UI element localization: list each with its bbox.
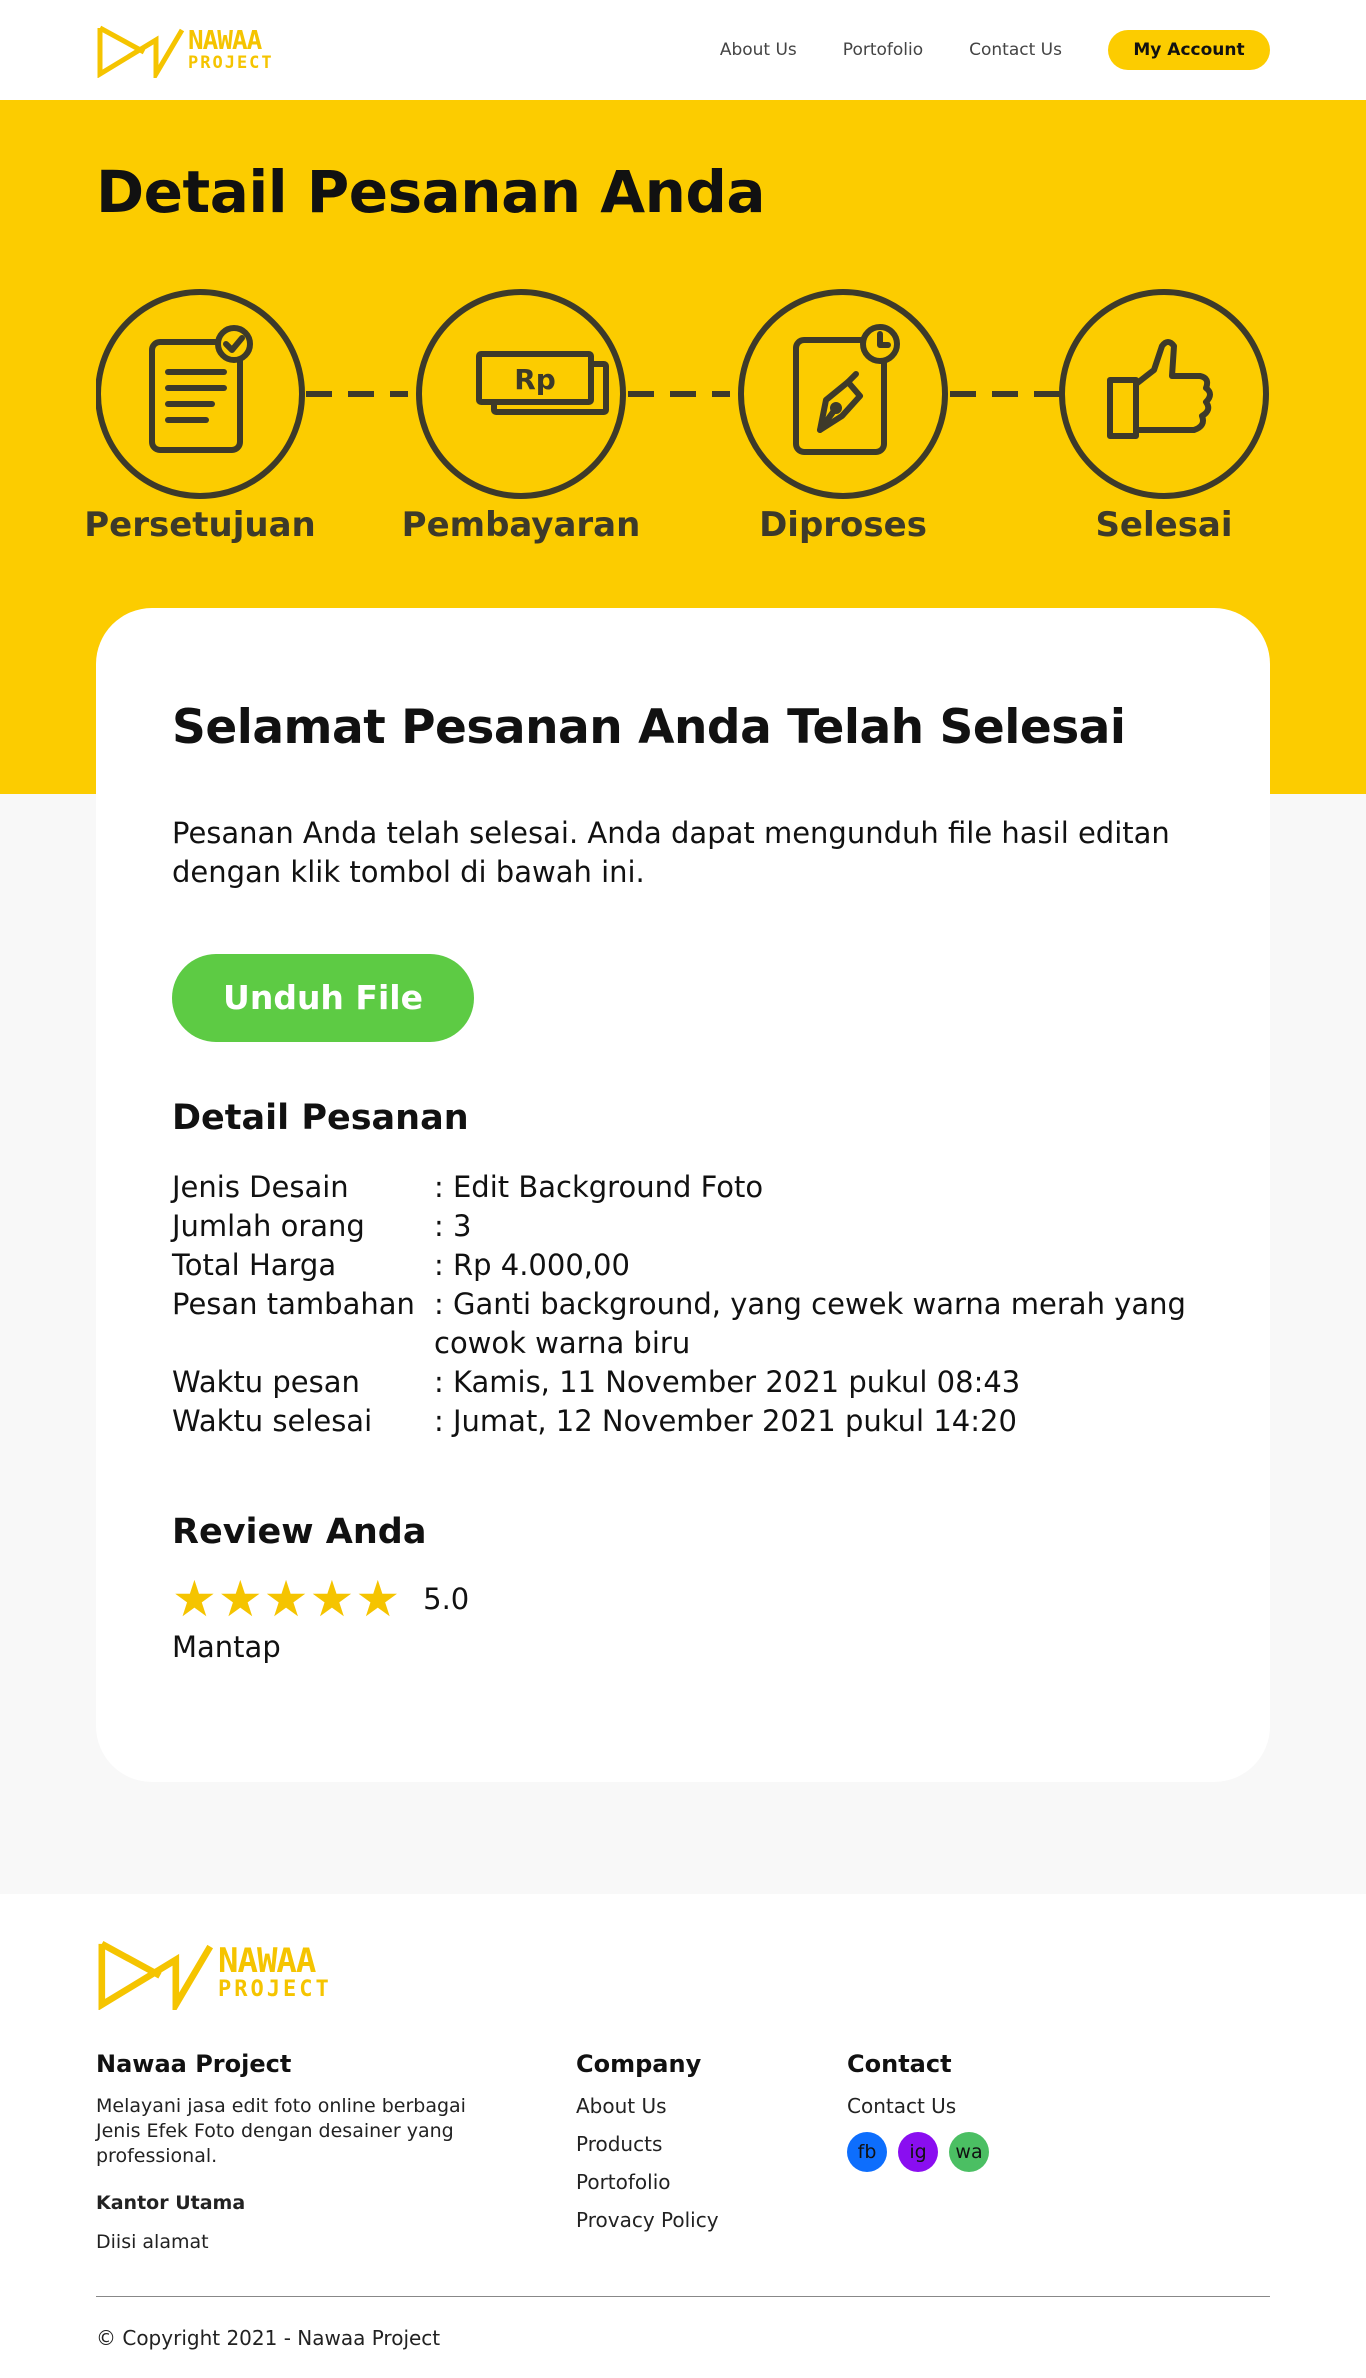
site-footer: NAWAA PROJECT Nawaa Project Melayani jas… — [0, 1894, 1366, 2378]
progress-steps: Rp — [96, 289, 1269, 499]
nav-about-us[interactable]: About Us — [720, 40, 797, 60]
footer-logo[interactable]: NAWAA PROJECT — [96, 1936, 332, 2010]
footer-company: Company About Us Products Portofolio Pro… — [576, 2050, 719, 2246]
detail-heading: Detail Pesanan — [172, 1098, 469, 1138]
svg-text:Rp: Rp — [514, 363, 556, 396]
detail-key: Pesan tambahan — [172, 1287, 415, 1321]
footer-link-portofolio[interactable]: Portofolio — [576, 2170, 719, 2194]
star-icon: ★ — [309, 1570, 355, 1628]
detail-value: : Jumat, 12 November 2021 pukul 14:20 — [434, 1404, 1017, 1438]
footer-logo-line1: NAWAA — [218, 1941, 316, 1981]
star-icon: ★ — [355, 1570, 401, 1628]
footer-link-contact-us[interactable]: Contact Us — [847, 2094, 1000, 2118]
footer-link-about-us[interactable]: About Us — [576, 2094, 719, 2118]
footer-logo-line2: PROJECT — [218, 1977, 332, 2002]
logo-line2: PROJECT — [188, 53, 274, 73]
footer-divider — [96, 2296, 1270, 2297]
step-label-diproses: Diproses — [759, 505, 927, 545]
step-circle-4 — [1059, 289, 1269, 499]
logo-line1: NAWAA — [188, 26, 262, 56]
step-circle-3 — [738, 289, 948, 499]
nav-contact-us[interactable]: Contact Us — [969, 40, 1062, 60]
detail-value: : Rp 4.000,00 — [434, 1248, 630, 1282]
order-details: Jenis Desain : Edit Background Foto Juml… — [172, 1168, 1192, 1441]
footer-office-label: Kantor Utama — [96, 2192, 246, 2214]
detail-row: Jumlah orang : 3 — [172, 1207, 1192, 1246]
step-label-pembayaran: Pembayaran — [401, 505, 641, 545]
footer-office-address: Diisi alamat — [96, 2231, 209, 2253]
detail-value: : Ganti background, yang cewek warna mer… — [434, 1287, 1186, 1360]
thumbs-up-icon — [1107, 339, 1213, 439]
social-links: fb ig wa — [847, 2132, 1000, 2172]
pen-clock-icon — [793, 324, 900, 455]
main-nav: About Us Portofolio Contact Us My Accoun… — [720, 30, 1270, 70]
rating-stars: ★ ★ ★ ★ ★ 5.0 — [172, 1574, 469, 1624]
card-title: Selamat Pesanan Anda Telah Selesai — [172, 700, 1126, 755]
logo-mark-icon — [98, 1941, 214, 2010]
money-rp-icon: Rp — [476, 351, 609, 415]
detail-key: Waktu pesan — [172, 1365, 360, 1399]
step-label-persetujuan: Persetujuan — [84, 505, 316, 545]
detail-row: Waktu selesai : Jumat, 12 November 2021 … — [172, 1402, 1192, 1441]
detail-key: Jenis Desain — [172, 1170, 349, 1204]
detail-value: : Edit Background Foto — [434, 1170, 764, 1204]
detail-row: Total Harga : Rp 4.000,00 — [172, 1246, 1192, 1285]
footer-contact-title: Contact — [847, 2050, 952, 2078]
footer-about: Nawaa Project Melayani jasa edit foto on… — [96, 2050, 476, 2255]
rating-value: 5.0 — [423, 1582, 470, 1616]
detail-value: : Kamis, 11 November 2021 pukul 08:43 — [434, 1365, 1021, 1399]
detail-key: Waktu selesai — [172, 1404, 373, 1438]
instagram-icon[interactable]: ig — [898, 2132, 938, 2172]
step-label-selesai: Selesai — [1095, 505, 1233, 545]
review-text: Mantap — [172, 1630, 281, 1664]
logo[interactable]: NAWAA PROJECT — [96, 22, 274, 78]
detail-value: : 3 — [434, 1209, 472, 1243]
page-title: Detail Pesanan Anda — [96, 158, 766, 226]
footer-about-title: Nawaa Project — [96, 2050, 292, 2078]
card-description: Pesanan Anda telah selesai. Anda dapat m… — [172, 816, 1170, 889]
site-header: NAWAA PROJECT About Us Portofolio Contac… — [0, 0, 1366, 100]
detail-row: Jenis Desain : Edit Background Foto — [172, 1168, 1192, 1207]
detail-key: Jumlah orang — [172, 1209, 365, 1243]
star-icon: ★ — [217, 1570, 263, 1628]
review-heading: Review Anda — [172, 1512, 427, 1552]
order-detail-card: Selamat Pesanan Anda Telah Selesai Pesan… — [96, 608, 1270, 1782]
copyright: © Copyright 2021 - Nawaa Project — [96, 2326, 441, 2350]
star-icon: ★ — [172, 1570, 217, 1628]
footer-about-text: Melayani jasa edit foto online berbagai … — [96, 2095, 466, 2167]
detail-key: Total Harga — [172, 1248, 337, 1282]
nav-portofolio[interactable]: Portofolio — [843, 40, 923, 60]
detail-row: Waktu pesan : Kamis, 11 November 2021 pu… — [172, 1363, 1192, 1402]
footer-company-title: Company — [576, 2050, 702, 2078]
footer-link-privacy-policy[interactable]: Provacy Policy — [576, 2208, 719, 2232]
facebook-icon[interactable]: fb — [847, 2132, 887, 2172]
step-circle-1 — [96, 289, 305, 499]
detail-row: Pesan tambahan : Ganti background, yang … — [172, 1285, 1192, 1363]
footer-contact: Contact Contact Us fb ig wa — [847, 2050, 1000, 2172]
download-file-button[interactable]: Unduh File — [172, 954, 474, 1042]
logo-mark-icon — [97, 25, 185, 78]
star-icon: ★ — [263, 1570, 309, 1628]
my-account-button[interactable]: My Account — [1108, 30, 1270, 70]
footer-link-products[interactable]: Products — [576, 2132, 719, 2156]
document-check-icon — [149, 325, 253, 453]
whatsapp-icon[interactable]: wa — [949, 2132, 989, 2172]
